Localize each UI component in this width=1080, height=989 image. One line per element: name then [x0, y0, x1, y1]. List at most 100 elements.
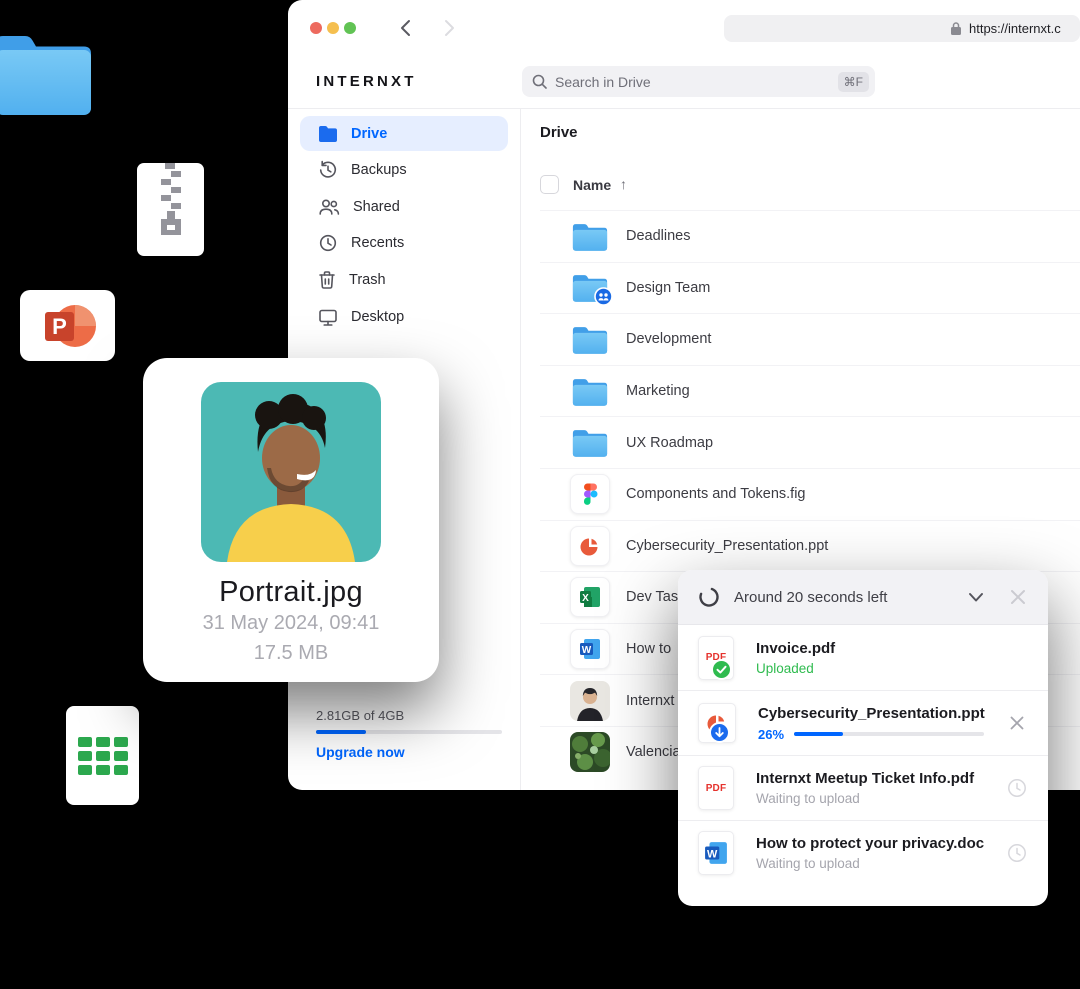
uploaded-check-badge-icon	[711, 659, 732, 680]
file-row-ux-roadmap[interactable]: UX Roadmap	[540, 416, 1080, 468]
upload-status: Waiting to upload	[756, 791, 984, 806]
desktop-monitor-icon	[318, 308, 338, 327]
sidebar-item-desktop[interactable]: Desktop	[300, 299, 508, 335]
file-name: Valencia	[626, 744, 681, 760]
powerpoint-pie-icon	[580, 536, 600, 556]
floating-folder-icon[interactable]	[0, 30, 95, 115]
zipper-icon	[151, 163, 191, 256]
backup-history-icon	[318, 160, 338, 180]
sidebar-item-backups[interactable]: Backups	[300, 152, 508, 188]
select-all-checkbox[interactable]	[540, 175, 559, 194]
search-shortcut-badge: ⌘F	[838, 72, 869, 92]
spreadsheet-grid-icon	[78, 737, 128, 775]
file-name: Design Team	[626, 280, 710, 296]
portrait-size: 17.5 MB	[143, 642, 439, 665]
svg-text:X: X	[582, 593, 589, 604]
sidebar-item-label: Shared	[353, 199, 400, 215]
upload-item-invoice[interactable]: PDF Invoice.pdf Uploaded	[678, 625, 1048, 690]
shared-folder-badge-icon	[594, 287, 613, 306]
sidebar-item-label: Desktop	[351, 309, 404, 325]
pdf-file-icon: PDF	[698, 636, 734, 680]
folder-icon	[571, 221, 609, 252]
sidebar-item-label: Backups	[351, 162, 407, 178]
chevron-right-icon	[443, 19, 456, 37]
storage-progress-track	[316, 730, 502, 734]
folder-icon	[571, 376, 609, 407]
upgrade-now-link[interactable]: Upgrade now	[316, 744, 405, 760]
spreadsheet-file-icon[interactable]	[66, 706, 139, 805]
powerpoint-app-icon[interactable]: P	[20, 290, 115, 361]
zoom-window-button[interactable]	[344, 22, 356, 34]
address-bar[interactable]: https://internxt.c	[724, 15, 1080, 42]
file-row-components-tokens[interactable]: Components and Tokens.fig	[540, 468, 1080, 520]
clock-icon	[318, 233, 338, 253]
upload-status: Waiting to upload	[756, 856, 984, 871]
uploading-arrow-badge-icon	[709, 722, 730, 743]
internxt-logo: INTERNXT	[316, 73, 417, 90]
url-text: https://internxt.c	[969, 21, 1061, 36]
file-name: UX Roadmap	[626, 435, 713, 451]
page: { "colors": { "accent": "#0066ff", "gree…	[0, 0, 1080, 989]
zip-file-icon[interactable]	[137, 163, 204, 256]
upload-percent: 26%	[758, 727, 784, 742]
powerpoint-file-icon	[698, 703, 736, 743]
search-icon	[532, 74, 547, 89]
powerpoint-logo-icon: P	[37, 301, 99, 351]
portrait-preview-card[interactable]: Portrait.jpg 31 May 2024, 09:41 17.5 MB	[143, 358, 439, 682]
file-name: Internxt	[626, 693, 674, 709]
file-row-development[interactable]: Development	[540, 313, 1080, 365]
file-name: Development	[626, 331, 711, 347]
sidebar-item-drive[interactable]: Drive	[300, 116, 508, 151]
upload-progress-fill	[794, 732, 843, 737]
file-row-cybersecurity-ppt[interactable]: Cybersecurity_Presentation.ppt	[540, 520, 1080, 572]
folder-icon	[318, 125, 338, 142]
folder-icon	[0, 30, 95, 115]
file-row-marketing[interactable]: Marketing	[540, 365, 1080, 417]
close-window-button[interactable]	[310, 22, 322, 34]
portrait-photo	[201, 382, 381, 562]
file-row-deadlines[interactable]: Deadlines	[540, 210, 1080, 262]
upload-progress-track	[794, 732, 984, 737]
close-icon[interactable]	[1008, 587, 1028, 607]
plants-photo-thumbnail	[570, 732, 610, 772]
upload-file-name: Internxt Meetup Ticket Info.pdf	[756, 770, 984, 787]
minimize-window-button[interactable]	[327, 22, 339, 34]
chevron-left-icon	[399, 19, 412, 37]
portrait-filename: Portrait.jpg	[143, 576, 439, 609]
sidebar-item-shared[interactable]: Shared	[300, 189, 508, 225]
upload-file-name: Invoice.pdf	[756, 640, 1028, 657]
storage-progress-fill	[316, 730, 366, 734]
upload-file-name: How to protect your privacy.doc	[756, 835, 984, 852]
upload-eta-text: Around 20 seconds left	[734, 589, 952, 606]
folder-icon	[571, 324, 609, 355]
file-name: Deadlines	[626, 228, 691, 244]
forward-button[interactable]	[438, 17, 460, 39]
svg-text:W: W	[707, 848, 718, 860]
figma-icon	[583, 483, 598, 505]
person-photo-thumbnail	[570, 681, 610, 721]
file-row-design-team[interactable]: Design Team	[540, 262, 1080, 314]
svg-text:W: W	[582, 645, 592, 656]
svg-text:P: P	[52, 314, 67, 339]
upload-item-cybersecurity[interactable]: Cybersecurity_Presentation.ppt 26%	[678, 690, 1048, 755]
folder-icon	[571, 427, 609, 458]
cancel-upload-icon[interactable]	[1008, 714, 1026, 732]
sort-ascending-arrow[interactable]: ↑	[620, 176, 627, 192]
header-divider	[288, 108, 1080, 109]
spinner-icon	[698, 586, 720, 608]
sidebar-item-label: Trash	[349, 272, 386, 288]
sidebar-item-trash[interactable]: Trash	[300, 262, 508, 298]
file-name: Dev Tas	[626, 589, 678, 605]
upload-item-privacy-doc[interactable]: W How to protect your privacy.doc Waitin…	[678, 820, 1048, 885]
word-file-icon: W	[698, 831, 734, 875]
upload-item-meetup-ticket[interactable]: PDF Internxt Meetup Ticket Info.pdf Wait…	[678, 755, 1048, 820]
back-button[interactable]	[394, 17, 416, 39]
pdf-file-icon: PDF	[698, 766, 734, 810]
search-input[interactable]: Search in Drive ⌘F	[522, 66, 875, 97]
search-placeholder: Search in Drive	[555, 74, 830, 90]
name-column-header[interactable]: Name	[573, 177, 611, 193]
chevron-down-icon[interactable]	[966, 587, 986, 607]
waiting-clock-icon	[1007, 778, 1027, 798]
file-name: Cybersecurity_Presentation.ppt	[626, 538, 828, 554]
sidebar-item-recents[interactable]: Recents	[300, 225, 508, 261]
